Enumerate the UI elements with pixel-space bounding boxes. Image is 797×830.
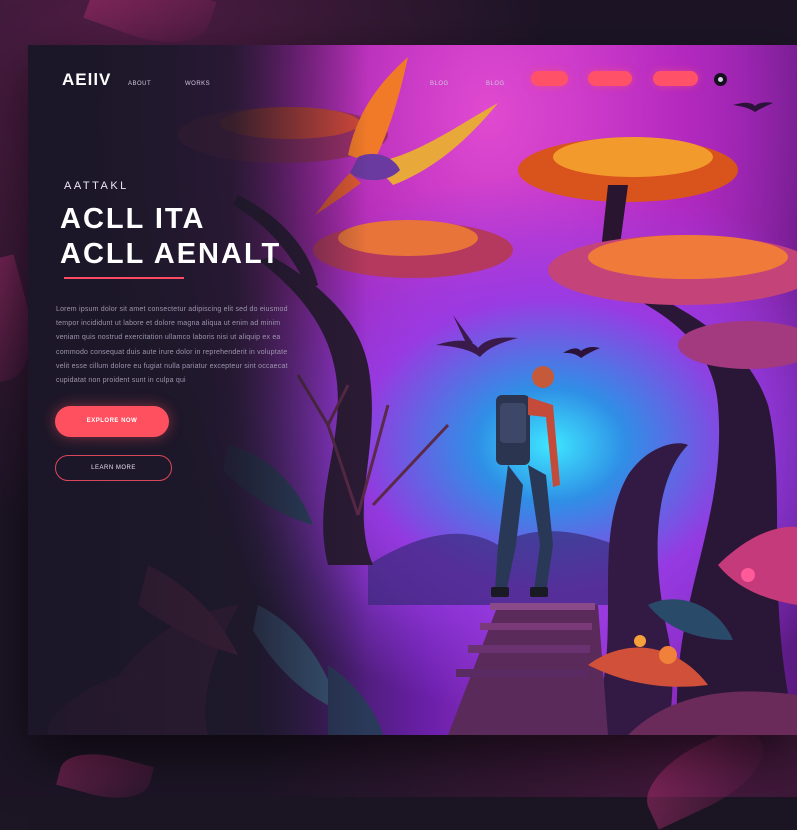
explore-button[interactable]: EXPLORE NOW <box>55 406 169 437</box>
tree-canopy <box>553 137 713 177</box>
hero-eyebrow: AATTAKL <box>64 180 129 192</box>
nav-link-about[interactable]: ABOUT <box>128 81 151 87</box>
flower <box>659 646 677 664</box>
flower <box>741 568 755 582</box>
stair-step <box>456 669 588 677</box>
moon-icon-dot <box>718 77 723 82</box>
decorative-leaf <box>56 744 154 808</box>
flower <box>634 635 646 647</box>
hero-paragraph: Lorem ipsum dolor sit amet consectetur a… <box>56 306 288 385</box>
hero-headline-line2: ACLL AENALT <box>60 238 282 270</box>
hero-headline-line1: ACLL ITA <box>60 203 206 235</box>
small-bird <box>453 315 473 343</box>
nav-link-blog-2[interactable]: BLOG <box>486 81 505 87</box>
landing-card: AEllV ABOUT WORKS BLOG BLOG AATTAKL ACLL… <box>28 45 797 735</box>
moon-icon[interactable] <box>714 73 727 86</box>
stair-step <box>468 645 590 653</box>
headline-underline <box>64 277 184 279</box>
tree-canopy <box>588 235 788 279</box>
small-bird <box>733 102 773 112</box>
small-bird <box>436 337 518 357</box>
decorative-leaf <box>633 720 777 830</box>
nav-pill-button-3[interactable] <box>653 71 698 86</box>
brand-logo[interactable]: AEllV <box>62 70 111 90</box>
nav-link-works[interactable]: WORKS <box>185 81 210 87</box>
nav-link-blog[interactable]: BLOG <box>430 81 449 87</box>
small-bird <box>563 347 600 358</box>
left-overlay <box>28 45 368 735</box>
nav-pill-button-2[interactable] <box>588 71 632 86</box>
stair-step <box>490 603 595 610</box>
stair-step <box>480 623 592 630</box>
learn-more-button[interactable]: LEARN MORE <box>55 455 172 481</box>
nav-pill-button-1[interactable] <box>531 71 568 86</box>
